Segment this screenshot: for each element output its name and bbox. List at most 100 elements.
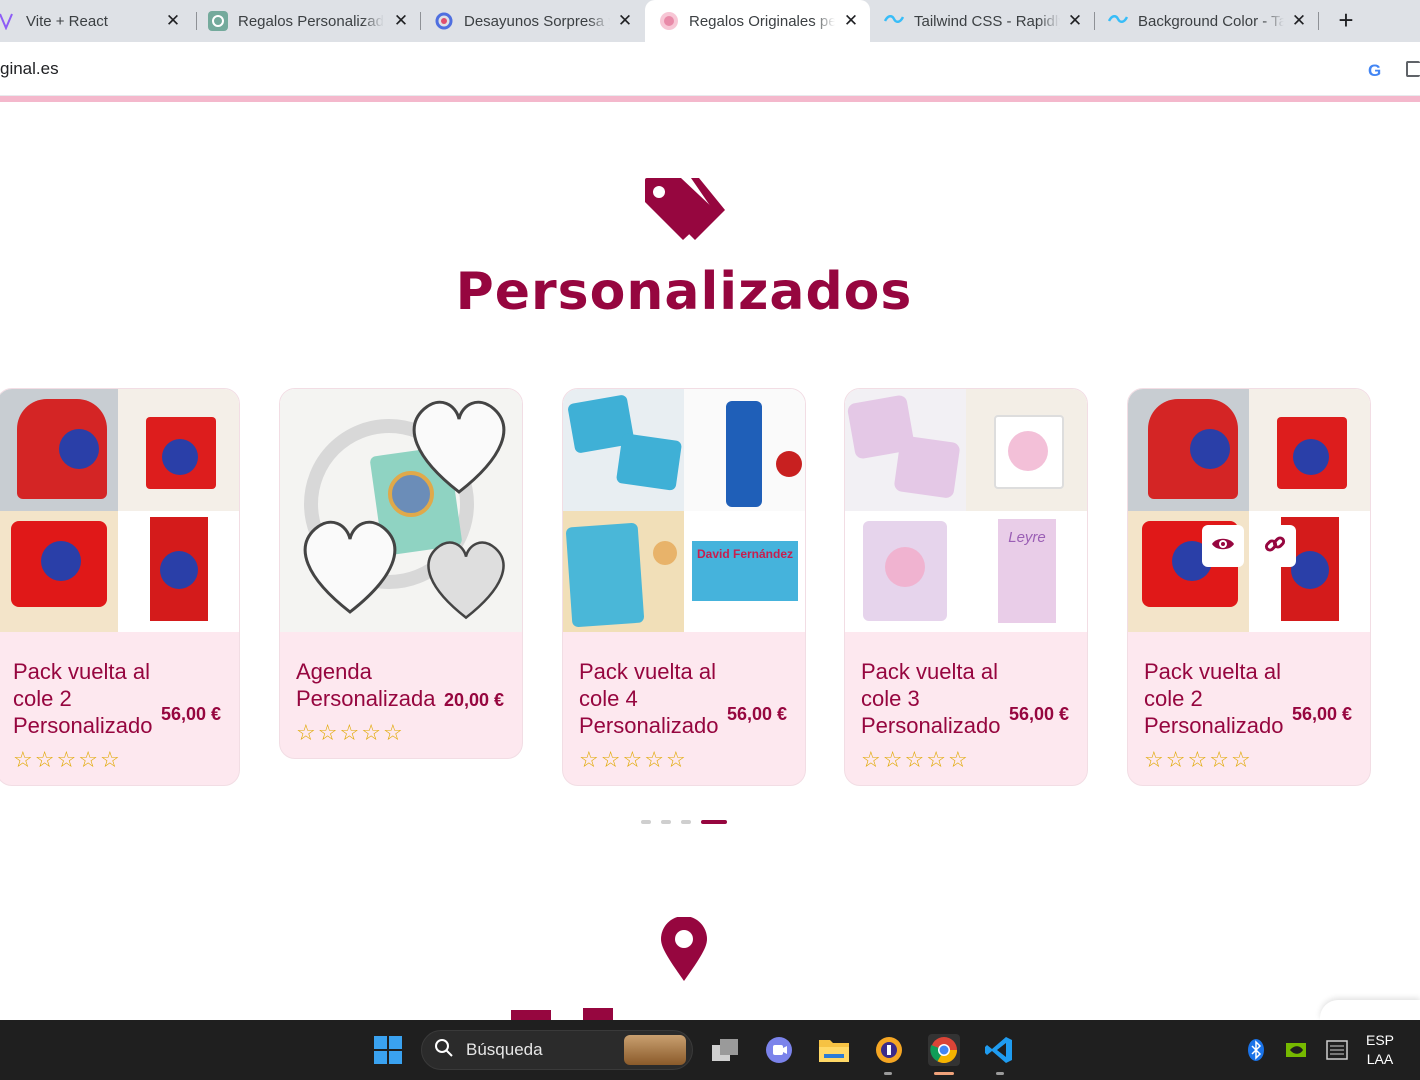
carousel-dot[interactable]	[681, 820, 691, 824]
star-empty-icon: ☆	[13, 747, 33, 772]
star-empty-icon: ☆	[665, 747, 686, 772]
star-rating: ☆ ☆ ☆ ☆ ☆	[296, 722, 506, 744]
star-empty-icon: ☆	[861, 747, 881, 772]
star-empty-icon: ☆	[622, 747, 643, 772]
map-pin-icon	[659, 916, 709, 988]
product-name[interactable]: Agenda Personalizada	[296, 658, 446, 712]
tab-regalos-personalizados[interactable]: Regalos Personalizados ✕	[208, 0, 420, 42]
tab-divider	[196, 12, 197, 30]
product-card[interactable]: Agenda Personalizada 20,00 € ☆ ☆ ☆ ☆ ☆	[279, 388, 523, 759]
product-photo	[1128, 389, 1249, 511]
product-name[interactable]: Pack vuelta al cole 4 Personalizado	[579, 658, 729, 739]
product-image[interactable]	[280, 389, 522, 632]
product-photo	[684, 389, 805, 511]
close-icon[interactable]: ✕	[392, 12, 410, 30]
task-view-icon[interactable]	[709, 1034, 741, 1066]
product-card[interactable]: Leyre Pack vuelta al cole 3 Personalizad…	[844, 388, 1088, 786]
new-tab-button[interactable]: +	[1333, 7, 1359, 33]
product-card[interactable]: Pack vuelta al cole 2 Personalizado 56,0…	[0, 388, 240, 786]
star-empty-icon: ☆	[926, 747, 946, 772]
star-empty-icon: ☆	[579, 747, 599, 772]
star-empty-icon: ☆	[34, 747, 55, 772]
star-empty-icon: ☆	[600, 747, 621, 772]
star-empty-icon: ☆	[1144, 747, 1164, 772]
product-photo	[563, 510, 684, 632]
product-card[interactable]: Pack vuelta al cole 2 Personalizado 56,0…	[1127, 388, 1371, 786]
tab-tailwind[interactable]: Tailwind CSS - Rapidly ✕	[884, 0, 1094, 42]
extension-icon[interactable]	[1406, 61, 1420, 77]
nvidia-icon[interactable]	[1284, 1034, 1308, 1066]
star-rating: ☆ ☆ ☆ ☆ ☆	[861, 749, 1071, 771]
chat-widget[interactable]	[1320, 1000, 1420, 1020]
openai-icon	[208, 11, 228, 31]
product-photo	[845, 510, 966, 632]
keyboard-icon[interactable]	[1324, 1034, 1350, 1066]
tags-icon	[643, 176, 725, 247]
url-text[interactable]: ginal.es	[0, 59, 59, 79]
star-empty-icon: ☆	[78, 747, 98, 772]
product-photo	[118, 510, 239, 632]
teams-chat-icon[interactable]	[763, 1034, 795, 1066]
star-empty-icon: ☆	[99, 747, 120, 772]
product-price: 56,00 €	[1291, 704, 1352, 724]
carousel-dot-active[interactable]	[701, 820, 727, 824]
quick-view-button[interactable]	[1202, 525, 1244, 567]
product-name[interactable]: Pack vuelta al cole 2 Personalizado	[1144, 658, 1294, 739]
bluetooth-icon[interactable]	[1244, 1034, 1268, 1066]
star-empty-icon: ☆	[1165, 747, 1186, 772]
keyboard-layout-code: LAA	[1366, 1051, 1394, 1067]
eye-icon	[1211, 536, 1235, 557]
close-icon[interactable]: ✕	[1290, 12, 1308, 30]
carousel-dot[interactable]	[661, 820, 671, 824]
site-icon	[434, 11, 454, 31]
product-photo	[118, 389, 239, 511]
product-image[interactable]: Leyre	[845, 389, 1087, 632]
product-photo: David Fernández	[684, 510, 805, 632]
close-icon[interactable]: ✕	[616, 12, 634, 30]
vite-icon	[0, 11, 16, 31]
product-card[interactable]: David Fernández Pack vuelta al cole 4 Pe…	[562, 388, 806, 786]
product-photo	[966, 389, 1087, 511]
tab-divider	[1318, 12, 1319, 30]
product-image[interactable]	[1128, 389, 1370, 632]
product-name[interactable]: Pack vuelta al cole 3 Personalizado	[861, 658, 1011, 739]
chrome-icon[interactable]	[928, 1034, 960, 1066]
star-empty-icon: ☆	[361, 720, 381, 745]
close-icon[interactable]: ✕	[1066, 12, 1084, 30]
carousel-dot[interactable]	[641, 820, 651, 824]
search-label: Búsqueda	[466, 1040, 543, 1059]
product-photo: Leyre	[966, 510, 1087, 632]
tab-title: Regalos Originales pe	[689, 12, 835, 30]
product-photo	[845, 389, 966, 511]
product-image[interactable]: David Fernández	[563, 389, 805, 632]
section-title: Personalizados	[455, 262, 913, 322]
tab-vite-react[interactable]: Vite + React ✕	[0, 0, 192, 42]
star-rating: ☆ ☆ ☆ ☆ ☆	[579, 749, 789, 771]
search-icon	[434, 1038, 454, 1063]
windows-start-icon[interactable]	[372, 1034, 404, 1066]
tab-background-color[interactable]: Background Color - Ta ✕	[1108, 0, 1318, 42]
product-price: 56,00 €	[726, 704, 787, 724]
star-empty-icon: ☆	[56, 747, 77, 772]
product-image[interactable]	[0, 389, 239, 632]
tab-title: Desayunos Sorpresa y	[464, 12, 610, 30]
product-price: 56,00 €	[1008, 704, 1069, 724]
product-image-text: Leyre	[1008, 528, 1046, 546]
vscode-icon[interactable]	[983, 1034, 1015, 1066]
address-bar[interactable]: ginal.es	[0, 42, 1420, 96]
close-icon[interactable]: ✕	[164, 12, 182, 30]
product-name[interactable]: Pack vuelta al cole 2 Personalizado	[13, 658, 163, 739]
tab-desayunos-sorpresa[interactable]: Desayunos Sorpresa y ✕	[434, 0, 644, 42]
product-price: 56,00 €	[160, 704, 221, 724]
file-explorer-icon[interactable]	[818, 1034, 850, 1066]
product-photo	[0, 510, 118, 632]
taskbar-search[interactable]: Búsqueda	[421, 1030, 693, 1070]
tab-title: Vite + React	[26, 12, 108, 30]
input-language-indicator[interactable]: ESP LAA	[1366, 1031, 1394, 1069]
vpn-shield-icon[interactable]	[873, 1034, 905, 1066]
star-empty-icon: ☆	[882, 747, 903, 772]
product-link-button[interactable]	[1254, 525, 1296, 567]
tab-regalos-originales[interactable]: Regalos Originales pe ✕	[645, 0, 870, 42]
google-icon[interactable]: G	[1368, 61, 1381, 81]
close-icon[interactable]: ✕	[842, 12, 860, 30]
